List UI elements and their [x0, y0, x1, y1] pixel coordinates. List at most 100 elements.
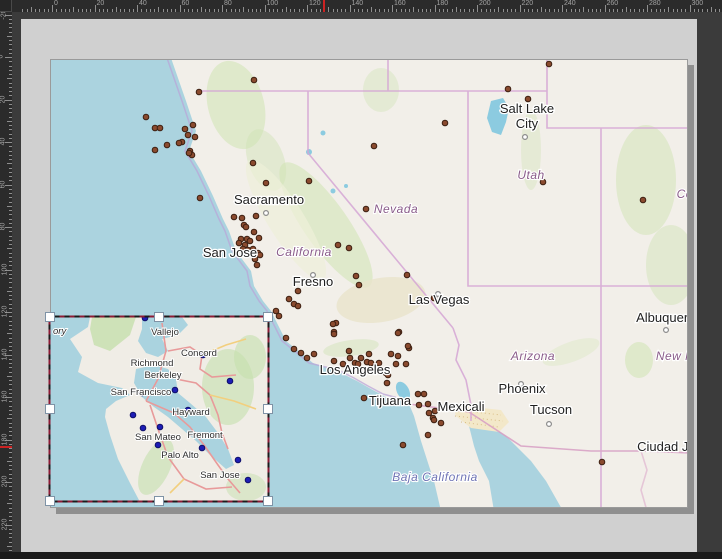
horizontal-ruler[interactable]: 0204060801001201401601802002202402602803… [12, 0, 722, 12]
ruler-tick [192, 9, 193, 12]
ruler-tick [78, 9, 79, 12]
ruler-tick [715, 9, 716, 12]
layout-page[interactable]: Salt LakeCitySacramentoSan JoseFresnoLas… [21, 19, 697, 552]
ruler-tick [9, 53, 12, 54]
ruler-label: 160 [1, 391, 8, 403]
resize-handle[interactable] [45, 404, 55, 414]
ruler-tick [9, 516, 12, 517]
ruler-tick [7, 503, 12, 504]
window-bottom-edge [0, 552, 722, 559]
data-point [164, 142, 170, 148]
ruler-tick [124, 9, 125, 12]
resize-handle[interactable] [154, 312, 164, 322]
ruler-tick [9, 321, 12, 322]
ruler-tick [481, 9, 482, 12]
data-point [247, 238, 253, 244]
ruler-tick [9, 329, 12, 330]
ruler-tick [86, 9, 87, 12]
city-label: Tucson [530, 402, 572, 417]
city-label: Salt Lake [500, 101, 554, 116]
data-point [276, 313, 282, 319]
ruler-tick [464, 9, 465, 12]
resize-handle[interactable] [45, 496, 55, 506]
ruler-tick [9, 542, 12, 543]
resize-handle[interactable] [263, 312, 273, 322]
vertical-ruler[interactable]: -20020406080100120140160180200220 [0, 12, 12, 552]
ruler-label: 140 [352, 0, 364, 7]
ruler-tick [660, 9, 661, 12]
data-point [416, 402, 422, 408]
ruler-tick [384, 9, 385, 12]
ruler-tick [9, 134, 12, 135]
ruler-tick [405, 9, 406, 12]
ruler-tick [9, 159, 12, 160]
ruler-tick [668, 7, 669, 12]
ruler-tick [290, 9, 291, 12]
ruler-label: 60 [182, 0, 190, 7]
ruler-tick [9, 236, 12, 237]
map-item-bay-area-inset[interactable]: VallejoConcordRichmondBerkeleySan Franci… [50, 317, 268, 501]
ruler-tick [9, 210, 12, 211]
ruler-tick [9, 257, 12, 258]
resize-handle[interactable] [263, 404, 273, 414]
ruler-tick [426, 9, 427, 12]
data-point [346, 348, 352, 354]
ruler-tick [418, 9, 419, 12]
ruler-tick [9, 495, 12, 496]
state-label: Nevada [374, 202, 418, 216]
city-label: Las Vegas [409, 292, 470, 307]
ruler-tick [9, 261, 12, 262]
ruler-tick [294, 9, 295, 12]
data-point [347, 355, 353, 361]
inset-city-label: San Mateo [135, 432, 181, 443]
ruler-tick [634, 9, 635, 12]
ruler-tick [401, 9, 402, 12]
ruler-tick [307, 5, 308, 12]
data-point [143, 114, 149, 120]
inset-data-point [155, 442, 161, 448]
inset-city-label: Palo Alto [161, 450, 199, 461]
ruler-tick [9, 125, 12, 126]
ruler-tick [9, 414, 12, 415]
ruler-tick [103, 9, 104, 12]
ruler-tick [9, 448, 12, 449]
ruler-tick [617, 9, 618, 12]
city-marker [547, 422, 552, 427]
ruler-label: 40 [0, 138, 6, 146]
inset-city-label: Fremont [187, 430, 223, 441]
resize-handle[interactable] [263, 496, 273, 506]
data-point [196, 89, 202, 95]
data-point [283, 335, 289, 341]
ruler-tick [9, 499, 12, 500]
ruler-tick [7, 163, 12, 164]
inset-data-point [245, 477, 251, 483]
ruler-tick [5, 57, 12, 58]
ruler-tick [69, 9, 70, 12]
ruler-tick [9, 431, 12, 432]
ruler-tick [201, 7, 202, 12]
ruler-tick [9, 223, 12, 224]
ruler-tick [9, 537, 12, 538]
data-point [295, 288, 301, 294]
ruler-tick [260, 9, 261, 12]
ruler-tick [566, 9, 567, 12]
ruler-tick [9, 231, 12, 232]
ruler-tick [9, 176, 12, 177]
data-point [599, 459, 605, 465]
ruler-tick [9, 304, 12, 305]
ruler-label: 60 [0, 180, 6, 188]
ruler-label: 220 [1, 518, 8, 530]
ruler-tick [600, 9, 601, 12]
resize-handle[interactable] [154, 496, 164, 506]
ruler-label: 80 [224, 0, 232, 7]
ruler-tick [112, 9, 113, 12]
ruler-label: -20 [1, 12, 8, 19]
ruler-tick [609, 9, 610, 12]
ruler-tick [511, 9, 512, 12]
ruler-tick [9, 508, 12, 509]
ruler-tick [494, 9, 495, 12]
resize-handle[interactable] [45, 312, 55, 322]
data-point [190, 122, 196, 128]
ruler-tick [265, 5, 266, 12]
ruler-tick [9, 95, 12, 96]
